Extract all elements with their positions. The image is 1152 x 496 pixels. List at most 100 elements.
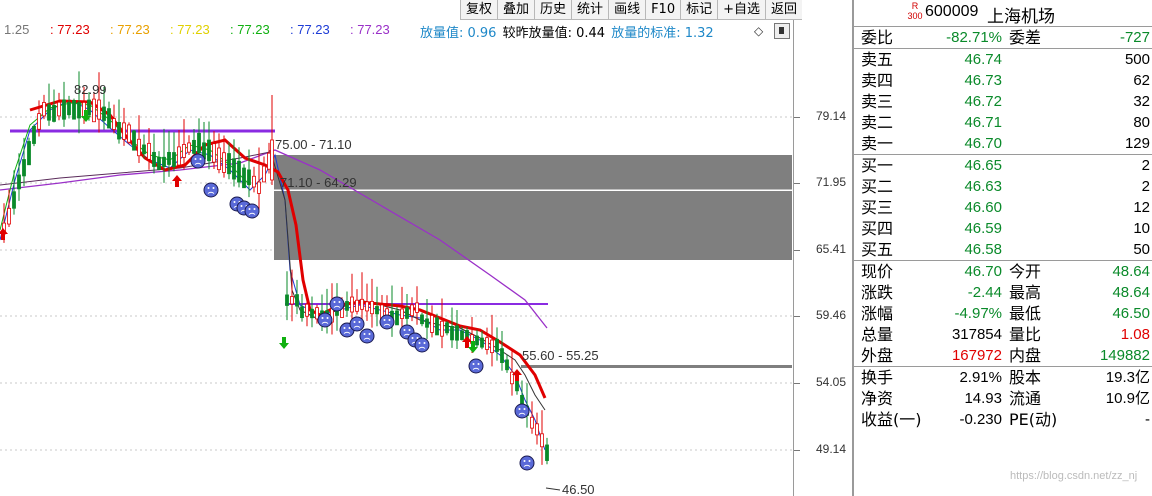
asks-row[interactable]: 卖一 46.70 129	[854, 133, 1152, 154]
ma-value: : 77.23	[110, 22, 150, 37]
candle-body	[310, 308, 314, 319]
candle-body	[67, 101, 71, 116]
candle-body	[415, 302, 419, 313]
bids-volume: 2	[1141, 178, 1150, 195]
stat-value: 1.08	[1120, 326, 1150, 343]
volume-value: 放量值: 0.96	[420, 26, 497, 41]
candle-body	[270, 139, 274, 181]
rating-badge: R 300	[906, 1, 924, 21]
asks-label: 卖三	[861, 92, 894, 111]
candle-body	[267, 152, 271, 170]
bids-price: 46.65	[964, 157, 1002, 174]
stat-label: 收益(一)	[861, 410, 922, 429]
candle-body	[47, 104, 51, 121]
asks-volume: 32	[1133, 93, 1150, 110]
candle-body	[177, 146, 181, 166]
toolbar-button[interactable]: 画线	[608, 0, 645, 19]
candle-body	[257, 181, 261, 194]
candle-body	[300, 306, 304, 319]
stat-value: 46.70	[964, 263, 1002, 280]
price-axis-label: 71.95	[816, 175, 847, 189]
asks-row[interactable]: 卖三 46.72 32	[854, 91, 1152, 112]
candle-body	[430, 315, 434, 333]
bids-price: 46.63	[964, 178, 1002, 195]
stat-row: 现价 46.70 今开 48.64	[854, 261, 1152, 282]
toolbar-button[interactable]: 标记	[680, 0, 717, 19]
stat-label: 外盘	[861, 346, 894, 365]
stat-value: -0.230	[959, 411, 1002, 428]
candle-body	[92, 98, 96, 123]
stat-value: 48.64	[1112, 284, 1150, 301]
toolbar-button[interactable]: 返回	[765, 0, 802, 19]
asks-volume: 129	[1124, 135, 1150, 152]
asks-row[interactable]: 卖四 46.73 62	[854, 70, 1152, 91]
candle-body	[117, 121, 121, 140]
sell-arrow-icon	[279, 337, 289, 349]
kline-chart-area[interactable]: 82.99 75.00 - 71.10 71.10 - 64.29 55.60 …	[0, 0, 852, 496]
asks-volume: 62	[1133, 72, 1150, 89]
badge-letter: R	[911, 1, 919, 11]
candle-body	[535, 423, 539, 436]
badge-number: 300	[907, 11, 923, 21]
candle-body	[107, 108, 111, 129]
stat-label: 量比	[1009, 325, 1042, 344]
volume-standard: 放量的标准: 1.32	[611, 26, 714, 41]
candle-body	[57, 101, 61, 117]
bids-row[interactable]: 买一 46.65 2	[854, 155, 1152, 176]
asks-row[interactable]: 卖二 46.71 80	[854, 112, 1152, 133]
candle-body	[42, 102, 46, 117]
price-zone-lower	[274, 191, 792, 260]
price-axis-label: 49.14	[816, 442, 847, 456]
asks-label: 卖一	[861, 134, 894, 153]
candle-body	[520, 394, 524, 405]
toolbar-button[interactable]: 复权	[460, 0, 497, 19]
toolbar-button[interactable]: +自选	[717, 0, 765, 19]
fundamental-stats: 换手 2.91% 股本 19.3亿 净资 14.93 流通 10.9亿 收益(一) -0.230 P…	[854, 367, 1152, 430]
bids-volume: 50	[1133, 241, 1150, 258]
candle-body	[237, 160, 241, 183]
candle-body	[295, 294, 299, 307]
stat-value: 2.91%	[959, 369, 1002, 386]
candlestick-chart[interactable]: 82.99 75.00 - 71.10 71.10 - 64.29 55.60 …	[0, 0, 852, 496]
diamond-icon[interactable]: ◇	[754, 24, 763, 38]
bids-row[interactable]: 买四 46.59 10	[854, 218, 1152, 239]
stat-row: 总量 317854 量比 1.08	[854, 324, 1152, 345]
stat-label: 股本	[1009, 368, 1042, 387]
bids-label: 买四	[861, 219, 894, 238]
candle-body	[395, 310, 399, 326]
stat-value: 167972	[951, 347, 1002, 364]
candle-body	[182, 144, 186, 158]
order-ratio-row: 委比 -82.71% 委差 -727	[854, 27, 1152, 48]
stat-label: 最低	[1009, 304, 1042, 323]
bids-row[interactable]: 买三 46.60 12	[854, 197, 1152, 218]
bids-row[interactable]: 买五 46.58 50	[854, 239, 1152, 260]
candle-body	[500, 348, 504, 363]
axis-tick	[794, 183, 800, 184]
toolbar-button[interactable]: 历史	[534, 0, 571, 19]
candle-body	[207, 139, 211, 162]
candle-body	[62, 99, 66, 120]
candle-body	[112, 118, 116, 130]
asks-label: 卖二	[861, 113, 894, 132]
asks-label: 卖四	[861, 71, 894, 90]
bids-volume: 10	[1133, 220, 1150, 237]
stock-code: 600009	[925, 3, 979, 20]
toolbar-button[interactable]: 统计	[571, 0, 608, 19]
candle-body	[102, 106, 106, 121]
quote-header: R 300 600009 上海机场	[854, 0, 1152, 27]
toolbar-button[interactable]: F10	[645, 0, 680, 19]
stat-label: 现价	[861, 262, 894, 281]
price-zone-bottom	[521, 365, 792, 368]
candle-body	[152, 151, 156, 167]
asks-price: 46.71	[964, 114, 1002, 131]
toolbar-button[interactable]: 叠加	[497, 0, 534, 19]
panel-toggle-button[interactable]	[774, 23, 790, 39]
candle-body	[187, 142, 191, 153]
bids-label: 买二	[861, 177, 894, 196]
bids-row[interactable]: 买二 46.63 2	[854, 176, 1152, 197]
axis-tick	[794, 450, 800, 451]
bearish-signal-icon	[379, 314, 395, 330]
asks-row[interactable]: 卖五 46.74 500	[854, 49, 1152, 70]
stat-value: 46.50	[1112, 305, 1150, 322]
candle-body	[12, 191, 16, 209]
